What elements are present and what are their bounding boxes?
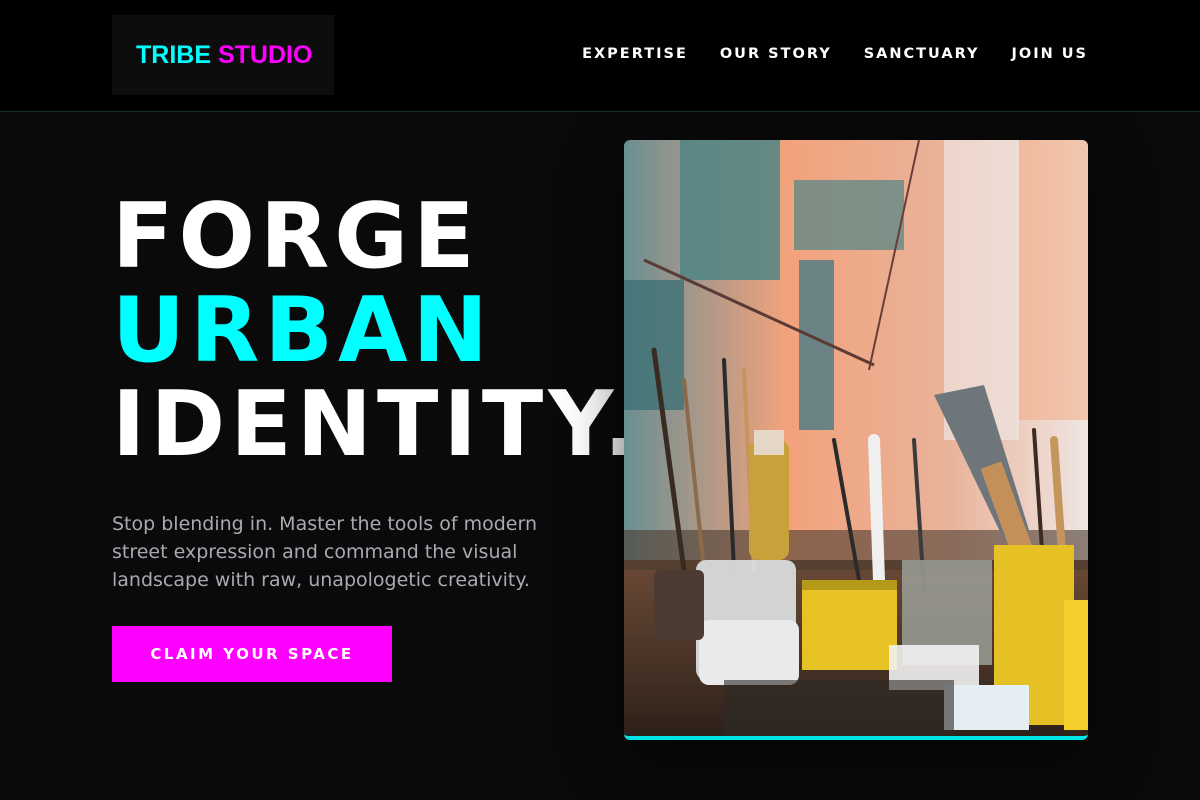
art-studio-brushes-photo — [624, 140, 1088, 736]
hero-subtitle: Stop blending in. Master the tools of mo… — [112, 513, 538, 591]
hero-image — [624, 140, 1088, 740]
hero-heading-line-3: IDENTITY. — [112, 372, 643, 477]
brand-name-secondary: STUDIO — [217, 40, 313, 69]
hero-heading-line-2: URBAN — [112, 278, 493, 383]
nav-link-our-story[interactable]: OUR STORY — [720, 46, 832, 62]
hero-heading: FORGE URBAN IDENTITY. — [112, 190, 643, 472]
site-header: TRIBE STUDIO EXPERTISE OUR STORY SANCTUA… — [0, 0, 1200, 112]
nav-link-expertise[interactable]: EXPERTISE — [582, 46, 688, 62]
brand-logo[interactable]: TRIBE STUDIO — [136, 41, 312, 70]
nav-link-sanctuary[interactable]: SANCTUARY — [864, 46, 980, 62]
claim-your-space-button[interactable]: CLAIM YOUR SPACE — [112, 626, 392, 682]
main-nav: EXPERTISE OUR STORY SANCTUARY JOIN US — [582, 46, 1088, 62]
logo-container[interactable]: TRIBE STUDIO — [112, 15, 334, 95]
brand-name-primary: TRIBE — [136, 40, 211, 69]
hero-heading-line-1: FORGE — [112, 184, 480, 289]
nav-link-join-us[interactable]: JOIN US — [1011, 46, 1088, 62]
